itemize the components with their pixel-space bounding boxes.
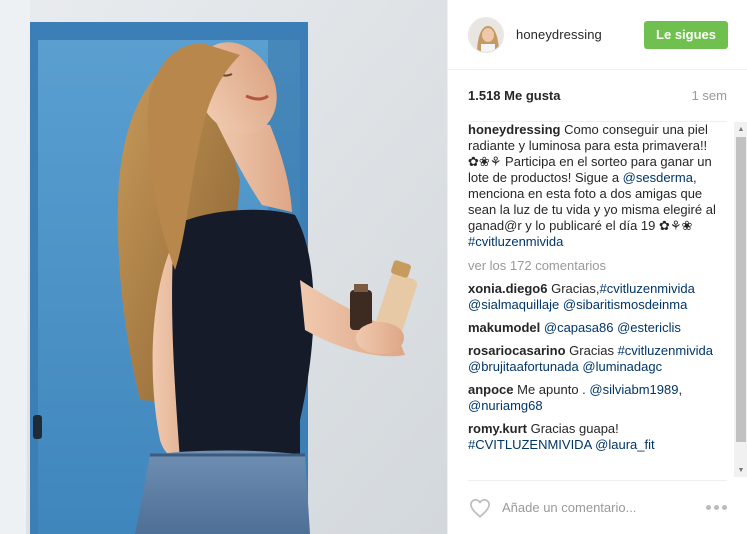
view-all-comments-link[interactable]: ver los 172 comentarios [468,258,733,274]
caption-username[interactable]: honeydressing [468,122,560,137]
comments-section[interactable]: honeydressing Como conseguir una piel ra… [448,122,747,477]
comment-username[interactable]: xonia.diego6 [468,281,547,296]
scroll-up-arrow-icon[interactable]: ▲ [734,122,747,136]
avatar-image [469,17,503,52]
post-header: honeydressing Le sigues [448,0,747,70]
likes-count[interactable]: 1.518 Me gusta [468,88,561,103]
photo-illustration [0,0,447,534]
comments-scrollbar[interactable]: ▲ ▼ [734,122,747,477]
comment-text: Gracias [565,343,618,358]
avatar[interactable] [468,16,504,53]
comment-item: makumodel @capasa86 @estericlis [468,320,733,336]
scrollbar-thumb[interactable] [736,137,746,442]
comment-mention[interactable]: @luminadagc [582,359,662,374]
post-username[interactable]: honeydressing [516,27,602,42]
comment-mention[interactable]: @sibaritismosdeinma [563,297,687,312]
dot-icon [706,505,711,510]
instagram-post: honeydressing Le sigues 1.518 Me gusta 1… [0,0,747,534]
comment-item: anpoce Me apunto . @silviabm1989, @nuria… [468,382,733,414]
comment-mention[interactable]: @silviabm1989 [589,382,678,397]
post-footer [468,480,727,534]
comment-text: Gracias, [547,281,600,296]
caption-hashtag[interactable]: #cvitluzenmivida [468,234,563,249]
comment-username[interactable]: anpoce [468,382,514,397]
post-photo[interactable] [0,0,447,534]
post-stats: 1.518 Me gusta 1 sem [468,70,727,122]
dot-icon [714,505,719,510]
comment-mention[interactable]: @estericlis [617,320,681,335]
post-side-panel: honeydressing Le sigues 1.518 Me gusta 1… [447,0,747,534]
comment-text: , [678,382,683,397]
comment-text: Gracias guapa! [527,421,619,436]
comment-username[interactable]: makumodel [468,320,540,335]
scroll-down-arrow-icon[interactable]: ▼ [734,463,747,477]
post-time[interactable]: 1 sem [692,88,727,103]
heart-outline-icon[interactable] [468,496,492,520]
comment-item: xonia.diego6 Gracias,#cvitluzenmivida @s… [468,281,733,313]
caption-mention[interactable]: @sesderma [623,170,693,185]
more-options-icon[interactable] [706,505,727,510]
comment-mention[interactable]: @sialmaquillaje [468,297,559,312]
heart-icon-graphic [470,498,490,518]
post-caption: honeydressing Como conseguir una piel ra… [468,122,733,250]
dot-icon [722,505,727,510]
comment-mention[interactable]: @brujitaafortunada [468,359,579,374]
comment-text: Me apunto . [513,382,590,397]
following-button[interactable]: Le sigues [644,20,728,49]
comment-username[interactable]: rosariocasarino [468,343,566,358]
comment-item: rosariocasarino Gracias #cvitluzenmivida… [468,343,733,375]
comment-item: romy.kurt Gracias guapa! #CVITLUZENMIVID… [468,421,733,453]
comment-hashtag[interactable]: #CVITLUZENMIVIDA [468,437,592,452]
comment-hashtag[interactable]: #cvitluzenmivida [599,281,694,296]
add-comment-input[interactable] [502,500,672,515]
comment-username[interactable]: romy.kurt [468,421,527,436]
comment-mention[interactable]: @capasa86 [544,320,614,335]
comments-list: honeydressing Como conseguir una piel ra… [468,122,733,453]
comment-mention[interactable]: @nuriamg68 [468,398,543,413]
comment-hashtag[interactable]: #cvitluzenmivida [618,343,713,358]
comment-mention[interactable]: @laura_fit [595,437,654,452]
